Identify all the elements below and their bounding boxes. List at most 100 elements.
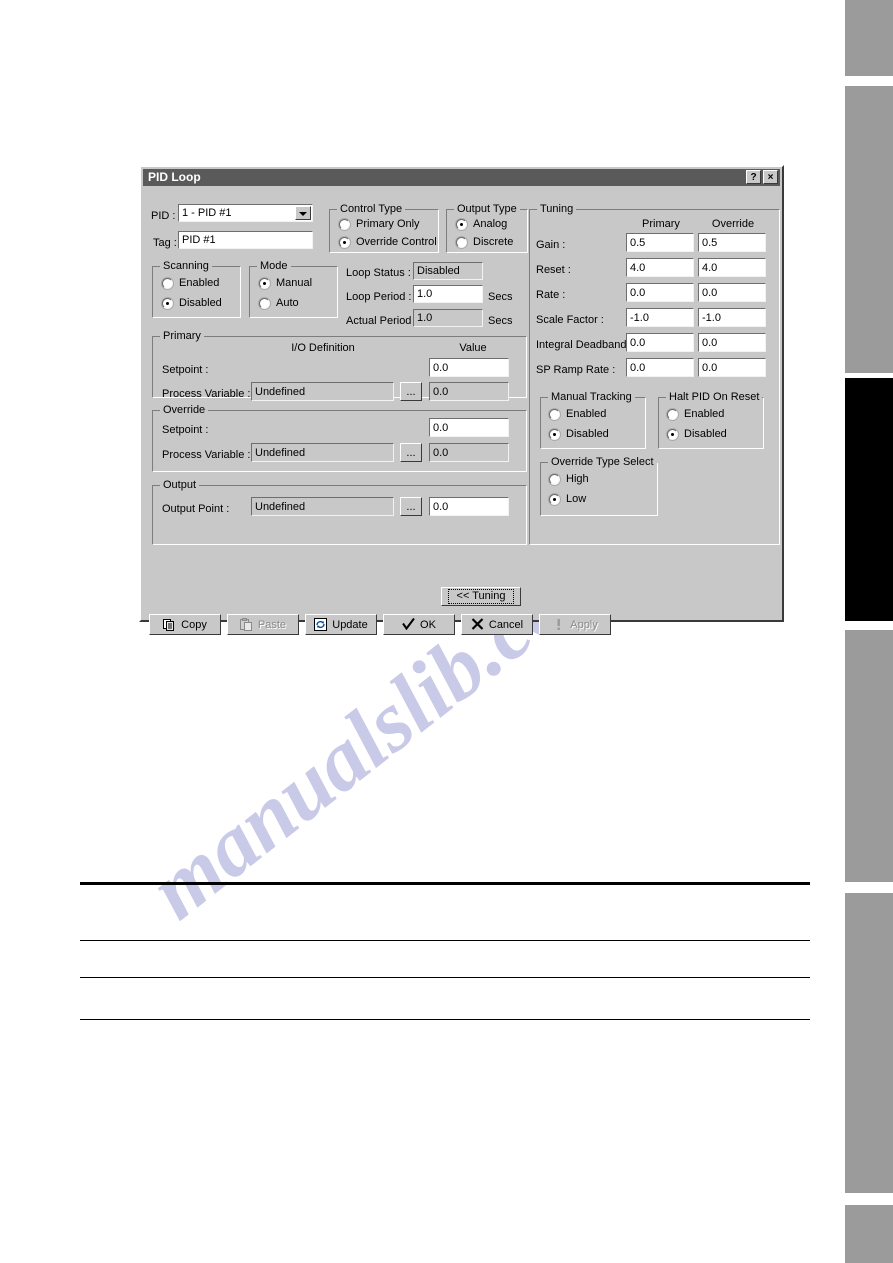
- apply-button: Apply: [539, 614, 611, 635]
- halt-pid-caption: Halt PID On Reset: [666, 391, 763, 403]
- control-type-caption: Control Type: [337, 203, 406, 215]
- loop-period-label: Loop Period :: [346, 291, 412, 303]
- primary-pv-value: 0.0: [429, 382, 509, 401]
- radio-manual-tracking-disabled[interactable]: Disabled: [549, 428, 609, 441]
- override-type-caption: Override Type Select: [548, 456, 657, 468]
- override-setpoint-input[interactable]: 0.0: [429, 418, 509, 437]
- primary-pv-io[interactable]: Undefined: [251, 382, 394, 401]
- tuning-override-input[interactable]: 0.5: [698, 233, 766, 252]
- tuning-group: Tuning Primary Override Gain : 0.5 0.5 R…: [529, 203, 780, 545]
- tuning-override-input[interactable]: -1.0: [698, 308, 766, 327]
- tuning-row-label: Rate :: [536, 289, 566, 301]
- mode-caption: Mode: [257, 260, 291, 272]
- actual-period-label: Actual Period :: [346, 315, 418, 327]
- radio-label: Enabled: [179, 277, 220, 289]
- tuning-primary-input[interactable]: 0.5: [626, 233, 694, 252]
- radio-override-control[interactable]: Override Control: [339, 236, 437, 249]
- primary-setpoint-label: Setpoint :: [162, 364, 209, 376]
- apply-label: Apply: [570, 618, 598, 631]
- loop-period-input[interactable]: 1.0: [413, 285, 483, 303]
- tuning-primary-input[interactable]: 0.0: [626, 333, 694, 352]
- radio-label: High: [566, 473, 589, 485]
- override-pv-label: Process Variable :: [162, 449, 251, 461]
- tuning-toggle-button[interactable]: << Tuning: [441, 587, 521, 606]
- tuning-primary-input[interactable]: 0.0: [626, 283, 694, 302]
- pid-select[interactable]: 1 - PID #1: [178, 204, 313, 222]
- output-point-label: Output Point :: [162, 503, 230, 515]
- tuning-primary-input[interactable]: -1.0: [626, 308, 694, 327]
- page-tab-active: [845, 378, 893, 621]
- page-tab-2: [845, 86, 893, 373]
- rule-2: [80, 940, 810, 941]
- mode-group: Mode Manual Auto: [249, 260, 338, 318]
- loop-period-units: Secs: [488, 291, 513, 303]
- ok-button[interactable]: OK: [383, 614, 455, 635]
- output-point-io[interactable]: Undefined: [251, 497, 394, 516]
- title-bar[interactable]: PID Loop ? ×: [143, 169, 780, 186]
- manual-tracking-caption: Manual Tracking: [548, 391, 635, 403]
- radio-manual-tracking-enabled[interactable]: Enabled: [549, 408, 606, 421]
- title-bar-buttons: ? ×: [746, 170, 778, 184]
- tuning-override-input[interactable]: 0.0: [698, 333, 766, 352]
- tuning-primary-input[interactable]: 4.0: [626, 258, 694, 277]
- update-button[interactable]: Update: [305, 614, 377, 635]
- radio-label: Enabled: [684, 408, 725, 420]
- tuning-override-input[interactable]: 4.0: [698, 258, 766, 277]
- copy-button[interactable]: Copy: [149, 614, 221, 635]
- help-button[interactable]: ?: [746, 170, 761, 184]
- radio-mode-manual[interactable]: Manual: [259, 277, 312, 290]
- close-icon[interactable]: ×: [763, 170, 778, 184]
- chevron-down-icon[interactable]: [295, 206, 311, 220]
- output-point-browse-button[interactable]: ...: [400, 497, 422, 516]
- radio-halt-pid-enabled[interactable]: Enabled: [667, 408, 724, 421]
- manual-tracking-group: Manual Tracking Enabled Disabled: [540, 391, 646, 449]
- refresh-icon: [314, 618, 328, 631]
- tuning-col-override: Override: [711, 218, 755, 230]
- radio-dot: [549, 494, 560, 505]
- pid-loop-dialog: PID Loop ? × PID : 1 - PID #1 Tag : PID …: [139, 165, 784, 635]
- radio-analog[interactable]: Analog: [456, 218, 507, 231]
- radio-discrete[interactable]: Discrete: [456, 236, 513, 249]
- primary-pv-browse-button[interactable]: ...: [400, 382, 422, 401]
- tuning-row-label: Gain :: [536, 239, 566, 251]
- value-header: Value: [459, 342, 487, 354]
- tuning-override-input[interactable]: 0.0: [698, 358, 766, 377]
- override-pv-io[interactable]: Undefined: [251, 443, 394, 462]
- tuning-row-label: SP Ramp Rate :: [536, 364, 616, 376]
- radio-primary-only[interactable]: Primary Only: [339, 218, 420, 231]
- radio-override-low[interactable]: Low: [549, 493, 586, 506]
- rule-3: [80, 977, 810, 978]
- dialog-client-area: PID : 1 - PID #1 Tag : PID #1 Control Ty…: [143, 188, 780, 635]
- page-tab-1: [845, 0, 893, 76]
- scanning-caption: Scanning: [160, 260, 212, 272]
- control-type-group: Control Type Primary Only Override Contr…: [329, 203, 439, 253]
- radio-label: Auto: [276, 297, 299, 309]
- tag-label: Tag :: [153, 237, 177, 249]
- radio-mode-auto[interactable]: Auto: [259, 297, 299, 310]
- tuning-row-label: Reset :: [536, 264, 571, 276]
- cross-icon: [471, 618, 484, 631]
- copy-icon: [163, 618, 176, 631]
- override-type-group: Override Type Select High Low: [540, 456, 658, 516]
- override-pv-browse-button[interactable]: ...: [400, 443, 422, 462]
- tuning-col-primary: Primary: [642, 218, 680, 230]
- radio-dot: [162, 278, 173, 289]
- tuning-primary-input[interactable]: 0.0: [626, 358, 694, 377]
- cancel-button[interactable]: Cancel: [461, 614, 533, 635]
- output-point-value[interactable]: 0.0: [429, 497, 509, 516]
- tag-input[interactable]: PID #1: [178, 231, 313, 249]
- loop-status-label: Loop Status :: [346, 267, 411, 279]
- radio-scanning-enabled[interactable]: Enabled: [162, 277, 219, 290]
- paste-button: Paste: [227, 614, 299, 635]
- radio-override-high[interactable]: High: [549, 473, 589, 486]
- radio-halt-pid-disabled[interactable]: Disabled: [667, 428, 727, 441]
- radio-scanning-disabled[interactable]: Disabled: [162, 297, 222, 310]
- radio-label: Disabled: [566, 428, 609, 440]
- primary-setpoint-input[interactable]: 0.0: [429, 358, 509, 377]
- tuning-row-label: Scale Factor :: [536, 314, 604, 326]
- pid-label: PID :: [151, 210, 176, 222]
- update-label: Update: [332, 618, 368, 631]
- tuning-override-input[interactable]: 0.0: [698, 283, 766, 302]
- radio-dot: [259, 298, 270, 309]
- radio-label: Analog: [473, 218, 508, 230]
